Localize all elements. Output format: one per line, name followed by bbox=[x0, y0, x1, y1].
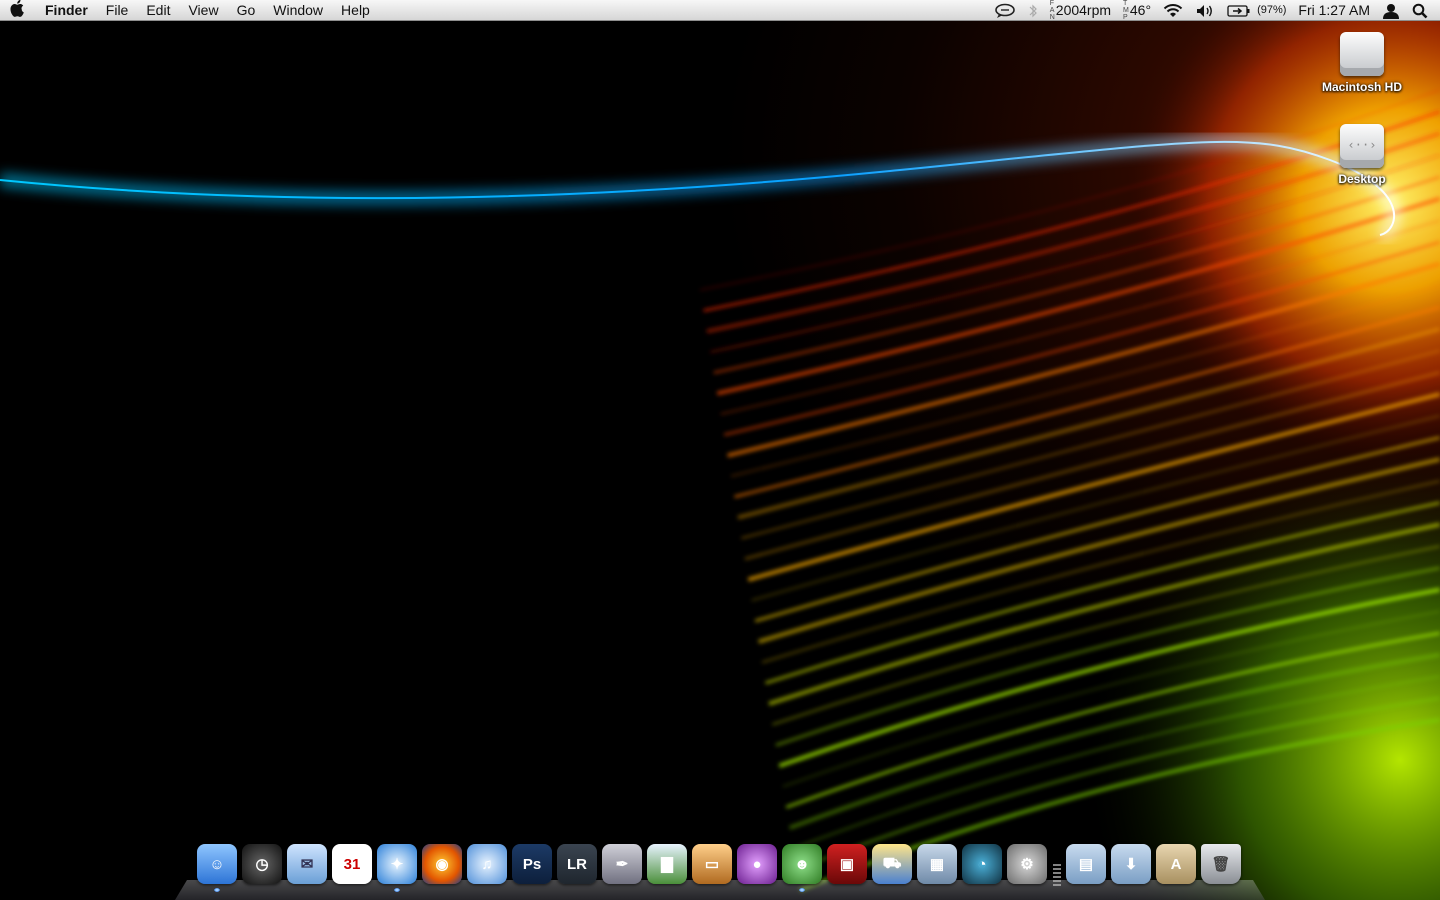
desktop-wallpaper bbox=[0, 0, 1440, 900]
desktop-icon-label: Macintosh HD bbox=[1321, 80, 1402, 94]
temperature-status[interactable]: T M P 46° bbox=[1117, 0, 1157, 21]
dock-item-applications[interactable]: A bbox=[1154, 842, 1198, 886]
apple-menu-icon[interactable] bbox=[0, 0, 36, 22]
firefox-icon: ◉ bbox=[422, 844, 462, 884]
lightroom-icon: LR bbox=[557, 844, 597, 884]
dock-item-safari[interactable]: ✦ bbox=[375, 842, 419, 892]
delivery-truck-icon: ⛟ bbox=[872, 844, 912, 884]
pen-nib-icon: ✒ bbox=[602, 844, 642, 884]
dock-item-system-preferences[interactable]: ⚙ bbox=[1005, 842, 1049, 886]
running-indicator bbox=[214, 888, 220, 892]
dock-item-pen-tool[interactable]: ✒ bbox=[600, 842, 644, 886]
dock-item-firefox[interactable]: ◉ bbox=[420, 842, 464, 886]
time-machine-icon: ◔ bbox=[962, 844, 1002, 884]
dock-item-time-machine[interactable]: ◔ bbox=[960, 842, 1004, 886]
menu-edit[interactable]: Edit bbox=[137, 0, 179, 21]
menu-window[interactable]: Window bbox=[264, 0, 332, 21]
globe-icon: ● bbox=[737, 844, 777, 884]
dashboard-icon: ◷ bbox=[242, 844, 282, 884]
dock-item-spaces[interactable]: ▦ bbox=[915, 842, 959, 886]
adium-duck-icon: ☻ bbox=[782, 844, 822, 884]
battery-icon bbox=[1227, 4, 1250, 17]
dock-item-finder[interactable]: ☺ bbox=[195, 842, 239, 892]
battery-percent: (97%) bbox=[1257, 4, 1287, 16]
temperature-label: T M P bbox=[1123, 0, 1129, 21]
dock-item-documents[interactable]: ▤ bbox=[1064, 842, 1108, 886]
calendar-icon: 31 bbox=[332, 844, 372, 884]
podium-icon: ▭ bbox=[692, 844, 732, 884]
dock-item-trash[interactable]: 🗑 bbox=[1199, 842, 1243, 886]
volume-icon[interactable] bbox=[1189, 3, 1221, 19]
dock-item-ical[interactable]: 31 bbox=[330, 842, 374, 886]
dock: ☺ ◷ ✉ 31 ✦ ◉ ♫ Ps LR ✒ ▇ ▭ ● ☻ ▣ ⛟ ▦ ◔ ⚙ ▤ ⬇ A 🗑 bbox=[195, 842, 1244, 892]
menu-clock[interactable]: Fri 1:27 AM bbox=[1292, 0, 1376, 21]
running-indicator bbox=[394, 888, 400, 892]
dock-item-numbers[interactable]: ▇ bbox=[645, 842, 689, 886]
itunes-icon: ♫ bbox=[467, 844, 507, 884]
dock-item-dashboard[interactable]: ◷ bbox=[240, 842, 284, 886]
finder-icon: ☺ bbox=[197, 844, 237, 884]
dock-item-purple-globe[interactable]: ● bbox=[735, 842, 779, 886]
dock-item-transmit[interactable]: ⛟ bbox=[870, 842, 914, 886]
menu-view[interactable]: View bbox=[179, 0, 227, 21]
desktop-icon-label: Desktop bbox=[1338, 172, 1386, 186]
desktop-icon-desktop-volume[interactable]: ‹··› Desktop bbox=[1312, 124, 1412, 186]
chat-status-icon[interactable] bbox=[988, 3, 1022, 19]
photoshop-icon: Ps bbox=[512, 844, 552, 884]
safari-compass-icon: ✦ bbox=[377, 844, 417, 884]
fan-label: F A N bbox=[1049, 0, 1055, 21]
fan-speed-status[interactable]: F A N 2004rpm bbox=[1044, 0, 1117, 21]
spaces-grid-icon: ▦ bbox=[917, 844, 957, 884]
documents-folder-icon: ▤ bbox=[1066, 844, 1106, 884]
temperature-value: 46° bbox=[1129, 2, 1152, 18]
dock-item-lightroom[interactable]: LR bbox=[555, 842, 599, 886]
wifi-icon[interactable] bbox=[1157, 3, 1189, 19]
user-account-icon[interactable] bbox=[1376, 3, 1406, 19]
running-indicator bbox=[799, 888, 805, 892]
dock-item-photoshop[interactable]: Ps bbox=[510, 842, 554, 886]
dock-item-adium[interactable]: ☻ bbox=[780, 842, 824, 892]
menu-app-finder[interactable]: Finder bbox=[36, 0, 97, 21]
dock-item-keynote[interactable]: ▭ bbox=[690, 842, 734, 886]
menu-help[interactable]: Help bbox=[332, 0, 379, 21]
downloads-folder-icon: ⬇ bbox=[1111, 844, 1151, 884]
gear-icon: ⚙ bbox=[1007, 844, 1047, 884]
bar-chart-icon: ▇ bbox=[647, 844, 687, 884]
dock-separator bbox=[1053, 846, 1061, 886]
menu-bar: Finder File Edit View Go Window Help F A… bbox=[0, 0, 1440, 21]
desktop-icon-macintosh-hd[interactable]: Macintosh HD bbox=[1312, 32, 1412, 94]
dock-item-itunes[interactable]: ♫ bbox=[465, 842, 509, 886]
applications-folder-icon: A bbox=[1156, 844, 1196, 884]
fan-speed-value: 2004rpm bbox=[1055, 2, 1112, 18]
dock-item-downloads[interactable]: ⬇ bbox=[1109, 842, 1153, 886]
dock-item-mail[interactable]: ✉ bbox=[285, 842, 329, 886]
battery-status[interactable]: (97%) bbox=[1221, 0, 1292, 21]
menu-file[interactable]: File bbox=[97, 0, 138, 21]
dock-item-photo-booth[interactable]: ▣ bbox=[825, 842, 869, 886]
mail-stamp-icon: ✉ bbox=[287, 844, 327, 884]
bluetooth-icon[interactable] bbox=[1022, 3, 1044, 19]
menu-go[interactable]: Go bbox=[228, 0, 265, 21]
spotlight-search-icon[interactable] bbox=[1406, 3, 1440, 19]
hard-drive-icon bbox=[1340, 32, 1384, 76]
photo-booth-icon: ▣ bbox=[827, 844, 867, 884]
trash-icon: 🗑 bbox=[1201, 844, 1241, 884]
network-volume-icon: ‹··› bbox=[1340, 124, 1384, 168]
